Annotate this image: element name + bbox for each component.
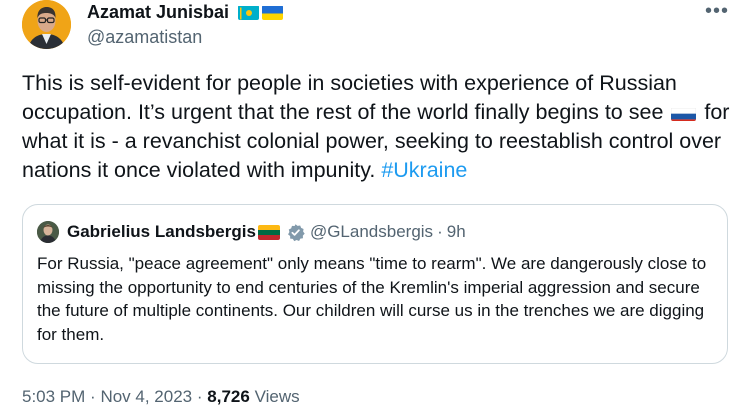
author-flags [238,5,284,20]
author-handle[interactable]: @azamatistan [87,27,202,48]
more-icon[interactable]: ••• [705,0,729,23]
hashtag-link[interactable]: #Ukraine [381,158,467,182]
views-label: Views [254,387,300,406]
tweet-text: This is self-evident for people in socie… [22,69,734,185]
tweet-meta: 5:03 PM · Nov 4, 2023 · 8,726 Views [22,387,300,407]
tweet-date: Nov 4, 2023 [100,387,193,406]
tweet-time-link[interactable]: 5:03 PM · Nov 4, 2023 [22,387,192,406]
views-count: 8,726 [207,387,250,406]
separator-dot: · [437,222,443,241]
russia-flag-icon [671,104,697,121]
author-name-text[interactable]: Azamat Junisbai [87,2,229,23]
ukraine-flag-icon [262,5,284,20]
separator-dot: · [196,387,203,406]
quoted-tweet-time[interactable]: 9h [447,222,466,242]
views[interactable]: 8,726 Views [207,387,299,406]
quoted-author-handle[interactable]: @GLandsbergis [310,222,433,242]
quoted-tweet[interactable]: Gabrielius Landsbergis @GLandsbergis · 9… [22,204,728,364]
author-avatar[interactable] [22,0,71,49]
quoted-tweet-header: Gabrielius Landsbergis @GLandsbergis · 9… [37,221,466,243]
quoted-author-avatar[interactable] [37,221,59,243]
verified-badge-icon [286,223,305,242]
tweet: Azamat Junisbai @azamatistan ••• This is… [0,0,753,418]
quoted-author-name[interactable]: Gabrielius Landsbergis [67,222,256,242]
lithuania-flag-icon [257,224,280,240]
separator-dot: · [90,387,96,406]
author-name[interactable]: Azamat Junisbai [87,2,284,23]
quoted-tweet-text: For Russia, "peace agreement" only means… [37,254,707,344]
tweet-text-part1: This is self-evident for people in socie… [22,71,677,124]
tweet-time: 5:03 PM [22,387,86,406]
kazakhstan-flag-icon [238,5,260,20]
